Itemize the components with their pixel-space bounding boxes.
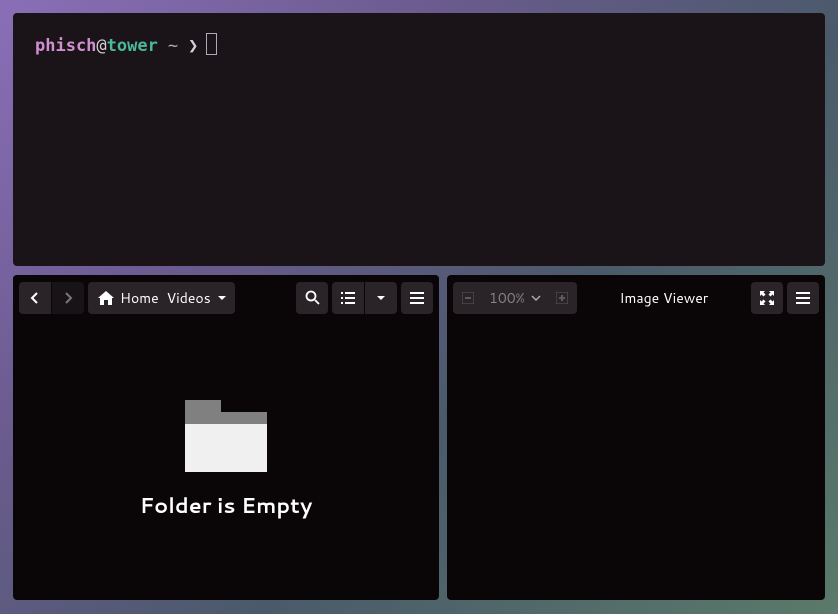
zoom-control: 100% [453,282,577,314]
breadcrumb-home[interactable]: Home [98,288,159,308]
dropdown-icon [217,295,227,301]
zoom-out-button[interactable] [453,282,483,314]
breadcrumb-home-label: Home [120,288,159,308]
image-viewer-content [447,320,825,600]
forward-button[interactable] [52,282,84,314]
file-manager-window: Home Videos Folder is [13,275,439,600]
minus-icon [462,292,474,304]
view-options-button[interactable] [365,282,397,314]
breadcrumb-current[interactable]: Videos [167,288,231,308]
fullscreen-button[interactable] [751,282,783,314]
file-manager-content: Folder is Empty [13,320,439,600]
chevron-down-icon [531,295,541,301]
chevron-left-icon [30,291,40,305]
image-viewer-title: Image Viewer [581,288,747,308]
prompt-path: ~ [168,36,178,56]
prompt-at-sign: @ [96,36,106,56]
back-button[interactable] [19,282,51,314]
hamburger-menu-button[interactable] [401,282,433,314]
chevron-down-icon [376,295,386,301]
prompt-arrow: ❯ [188,36,198,56]
hamburger-icon [796,292,810,304]
view-mode-button[interactable] [332,282,364,314]
list-view-icon [341,292,355,304]
empty-folder-label: Folder is Empty [140,490,313,520]
fullscreen-icon [760,291,774,305]
image-viewer-menu-button[interactable] [787,282,819,314]
plus-icon [556,292,568,304]
empty-folder-icon [185,400,267,472]
zoom-level-text: 100% [489,288,525,308]
prompt-username: phisch [35,36,96,56]
terminal-window[interactable]: phisch@tower ~ ❯ [13,13,825,266]
image-viewer-window: 100% Image Viewer [447,275,825,600]
image-viewer-headerbar: 100% Image Viewer [447,275,825,320]
home-icon [98,291,114,305]
terminal-cursor [206,33,217,55]
prompt-hostname: tower [107,36,158,56]
chevron-right-icon [63,291,73,305]
hamburger-icon [410,292,424,304]
breadcrumb[interactable]: Home Videos [88,282,235,314]
zoom-level[interactable]: 100% [483,288,547,308]
file-manager-headerbar: Home Videos [13,275,439,320]
search-icon [305,290,320,305]
breadcrumb-current-label: Videos [167,288,211,308]
zoom-in-button[interactable] [547,282,577,314]
search-button[interactable] [296,282,328,314]
